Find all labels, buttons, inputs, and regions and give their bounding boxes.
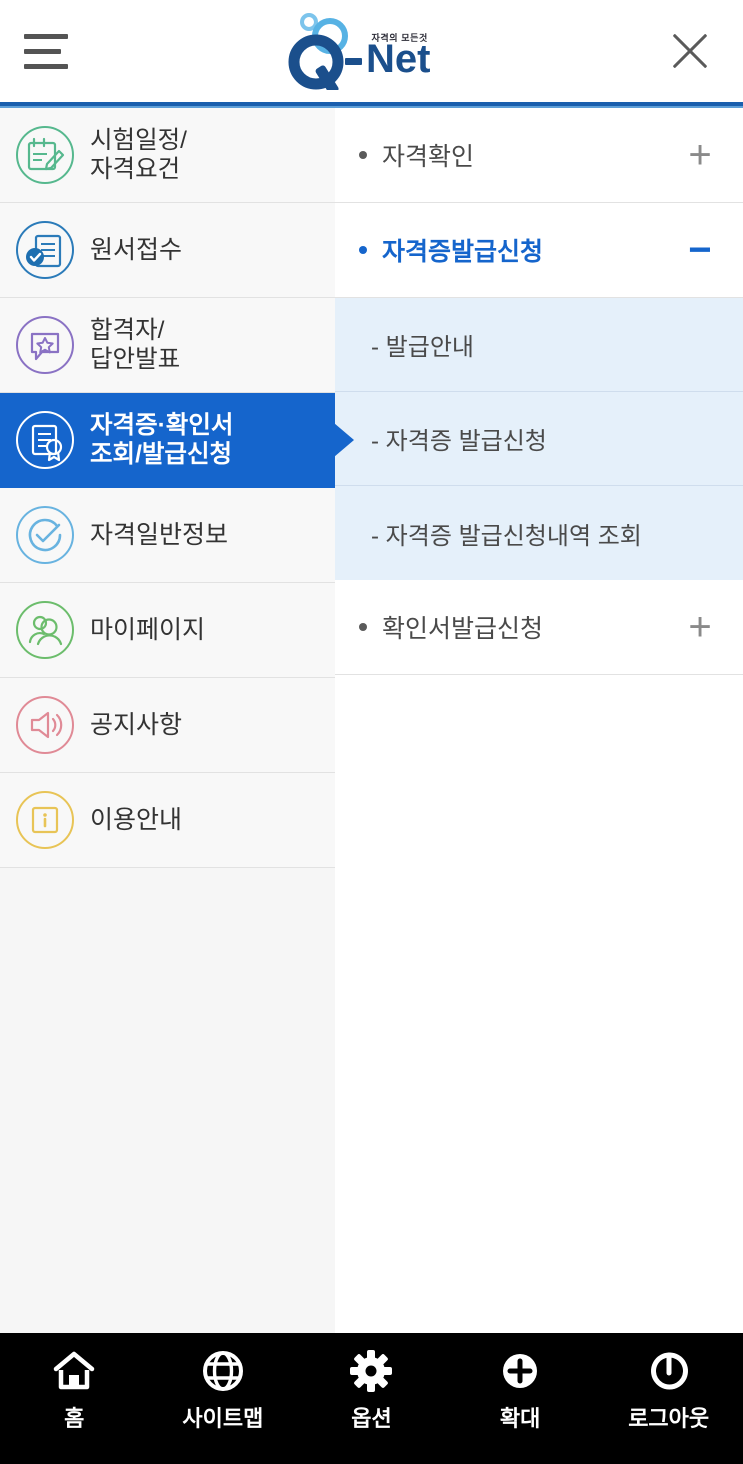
submenu-label: 자격확인 bbox=[382, 143, 475, 171]
row-content: 자격증발급신청 bbox=[359, 232, 543, 268]
row-content: 자격확인 bbox=[359, 137, 474, 173]
bullet-icon bbox=[359, 246, 367, 254]
home-icon bbox=[52, 1347, 96, 1395]
menu-body: 시험일정/ 자격요건 원서접수 합격자/ 답안발표 자격증·확인서 조회/발급신… bbox=[0, 108, 743, 1337]
sidebar-item-notice[interactable]: 공지사항 bbox=[0, 678, 335, 773]
row-content: 확인서발급신청 bbox=[359, 609, 543, 645]
sidebar-item-results[interactable]: 합격자/ 답안발표 bbox=[0, 298, 335, 393]
expand-plus-icon[interactable]: + bbox=[683, 607, 717, 647]
sidebar-item-label: 자격증·확인서 조회/발급신청 bbox=[90, 411, 234, 468]
info-icon bbox=[14, 789, 76, 851]
bottom-navigation: 홈 사이트맵 옵션 확대 로그아웃 bbox=[0, 1333, 743, 1464]
submenu-label: 확인서발급신청 bbox=[382, 615, 544, 643]
sidebar-item-exam-schedule[interactable]: 시험일정/ 자격요건 bbox=[0, 108, 335, 203]
nav-sitemap-button[interactable]: 사이트맵 bbox=[158, 1347, 288, 1433]
submenu-child-label: - 발급안내 bbox=[371, 334, 474, 361]
logo-svg: Net bbox=[288, 13, 430, 90]
hamburger-bar bbox=[24, 48, 61, 54]
expand-plus-icon[interactable]: + bbox=[683, 135, 717, 175]
app-header: Net 자격의 모든것 bbox=[0, 0, 743, 102]
submenu-child-label: - 자격증 발급신청내역 조회 bbox=[371, 522, 642, 550]
document-check-icon bbox=[14, 219, 76, 281]
nav-label: 확대 bbox=[499, 1406, 541, 1431]
sidebar-item-label: 마이페이지 bbox=[90, 616, 206, 644]
user-people-icon bbox=[14, 599, 76, 661]
globe-icon bbox=[201, 1347, 245, 1395]
submenu-child-issue-guide[interactable]: - 발급안내 bbox=[335, 298, 743, 392]
nav-logout-button[interactable]: 로그아웃 bbox=[604, 1347, 734, 1433]
collapse-minus-icon[interactable]: − bbox=[683, 230, 717, 270]
nav-home-button[interactable]: 홈 bbox=[9, 1347, 139, 1433]
nav-options-button[interactable]: 옵션 bbox=[306, 1347, 436, 1433]
sidebar-item-certificate-issue[interactable]: 자격증·확인서 조회/발급신청 bbox=[0, 393, 335, 488]
sidebar-item-label: 자격일반정보 bbox=[90, 521, 229, 549]
sidebar-item-label: 원서접수 bbox=[90, 236, 183, 264]
bullet-icon bbox=[359, 151, 367, 159]
submenu-row-confirmation-issue[interactable]: 확인서발급신청 + bbox=[335, 580, 743, 675]
app-screen: Net 자격의 모든것 시험일정/ 자격요건 원서접수 합격자/ 답안발표 자격… bbox=[0, 0, 743, 1464]
submenu-row-certificate-issue[interactable]: 자격증발급신청 − bbox=[335, 203, 743, 298]
submenu-row-qualification-check[interactable]: 자격확인 + bbox=[335, 108, 743, 203]
nav-label: 옵션 bbox=[351, 1406, 392, 1431]
nav-label: 홈 bbox=[64, 1406, 85, 1431]
sidebar-item-application[interactable]: 원서접수 bbox=[0, 203, 335, 298]
sidebar-item-usage-guide[interactable]: 이용안내 bbox=[0, 773, 335, 868]
sidebar-item-mypage[interactable]: 마이페이지 bbox=[0, 583, 335, 678]
submenu-child-issue-request[interactable]: - 자격증 발급신청 bbox=[335, 392, 743, 486]
sidebar-item-label: 공지사항 bbox=[90, 711, 183, 739]
sidebar-item-label: 합격자/ 답안발표 bbox=[90, 316, 181, 373]
sidebar-item-general-info[interactable]: 자격일반정보 bbox=[0, 488, 335, 583]
power-icon bbox=[647, 1347, 691, 1395]
speech-bubble-star-icon bbox=[14, 314, 76, 376]
megaphone-icon bbox=[14, 694, 76, 756]
nav-zoom-button[interactable]: 확대 bbox=[455, 1347, 585, 1433]
logo-tagline: 자격의 모든것 bbox=[371, 33, 428, 43]
submenu-child-label: - 자격증 발급신청 bbox=[371, 428, 547, 455]
qnet-logo[interactable]: Net 자격의 모든것 bbox=[62, 0, 663, 102]
certificate-award-icon bbox=[14, 409, 76, 471]
submenu-label: 자격증발급신청 bbox=[382, 238, 544, 266]
logo-graphic: Net 자격의 모든것 bbox=[283, 12, 443, 90]
nav-label: 사이트맵 bbox=[182, 1406, 264, 1431]
calendar-pencil-icon bbox=[14, 124, 76, 186]
check-circle-icon bbox=[14, 504, 76, 566]
gear-icon bbox=[349, 1347, 393, 1395]
sidebar: 시험일정/ 자격요건 원서접수 합격자/ 답안발표 자격증·확인서 조회/발급신… bbox=[0, 108, 335, 1337]
submenu-panel: 자격확인 + 자격증발급신청 − - 발급안내 - 자격증 발급신청 - 자격증… bbox=[335, 108, 743, 1337]
sidebar-item-label: 이용안내 bbox=[90, 806, 183, 834]
sidebar-item-label: 시험일정/ 자격요건 bbox=[90, 126, 187, 183]
submenu-children: - 발급안내 - 자격증 발급신청 - 자격증 발급신청내역 조회 bbox=[335, 298, 743, 580]
submenu-child-issue-history[interactable]: - 자격증 발급신청내역 조회 bbox=[335, 486, 743, 580]
close-icon[interactable] bbox=[663, 24, 717, 78]
bullet-icon bbox=[359, 623, 367, 631]
nav-label: 로그아웃 bbox=[628, 1406, 710, 1431]
plus-circle-icon bbox=[498, 1347, 542, 1395]
